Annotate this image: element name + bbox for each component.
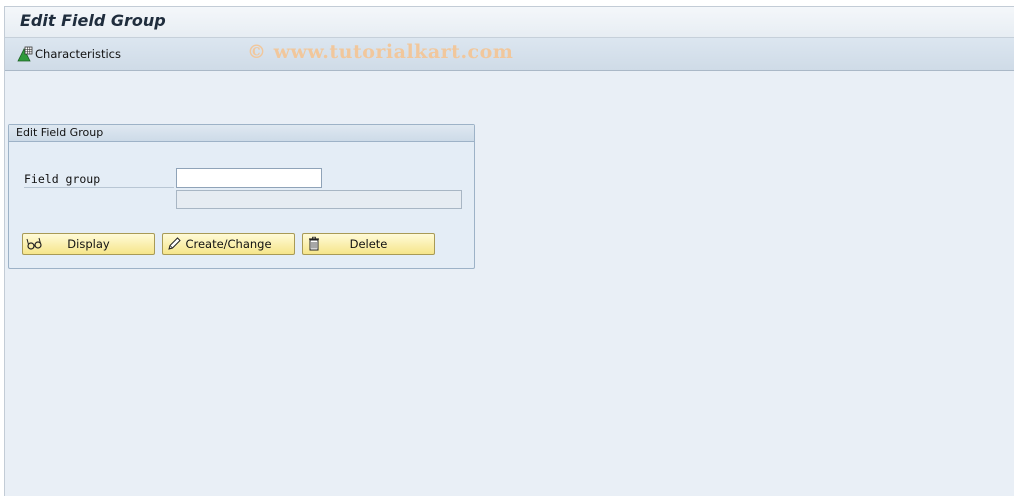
application-toolbar: Characteristics © www.tutorialkart.com [5, 38, 1014, 71]
trash-icon [306, 236, 322, 252]
characteristics-label: Characteristics [35, 47, 121, 61]
field-group-label: Field group [24, 172, 174, 188]
display-label: Display [67, 237, 110, 251]
characteristics-icon [17, 46, 33, 62]
create-change-button[interactable]: Create/Change [162, 233, 295, 255]
edit-field-group-box: Edit Field Group Field group Display Cre… [8, 124, 475, 269]
create-change-label: Create/Change [185, 237, 272, 251]
groupbox-title: Edit Field Group [9, 125, 474, 142]
field-group-description-field [176, 190, 462, 209]
field-group-input[interactable] [176, 168, 322, 188]
delete-label: Delete [349, 237, 388, 251]
delete-button[interactable]: Delete [302, 233, 435, 255]
display-button[interactable]: Display [22, 233, 155, 255]
glasses-icon [26, 236, 42, 252]
characteristics-button[interactable]: Characteristics [17, 45, 121, 63]
watermark: © www.tutorialkart.com [247, 41, 514, 63]
title-bar: Edit Field Group [5, 7, 1014, 38]
pencil-icon [166, 236, 182, 252]
main-window: Edit Field Group Characteristics © www.t… [4, 6, 1014, 496]
page-title: Edit Field Group [20, 11, 166, 30]
